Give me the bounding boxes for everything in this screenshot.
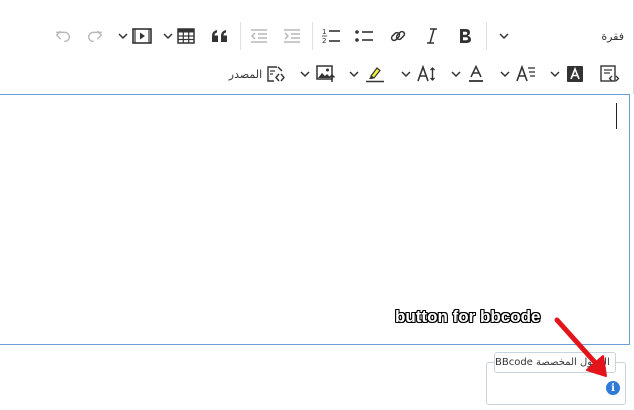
chevron-down-icon (451, 69, 461, 79)
indent-icon (283, 28, 301, 44)
numbered-list-icon: 12 (321, 27, 341, 45)
undo-button[interactable] (50, 18, 76, 54)
bulleted-list-icon (354, 28, 374, 44)
toolbar-row-2: المصدر (0, 56, 633, 92)
indent-button[interactable] (279, 18, 305, 54)
insert-image-icon (316, 65, 336, 83)
chevron-down-icon (163, 31, 173, 41)
chevron-down-icon (500, 69, 510, 79)
italic-icon (425, 27, 439, 45)
numbered-list-button[interactable]: 12 (318, 18, 344, 54)
table-dropdown[interactable] (160, 18, 198, 54)
font-family-icon (516, 65, 536, 83)
link-button[interactable] (385, 18, 411, 54)
font-background-color-icon (566, 65, 584, 83)
info-icon[interactable]: i (606, 381, 620, 395)
toolbar-separator (312, 22, 313, 50)
font-family-dropdown[interactable] (496, 56, 540, 92)
more-tools-button[interactable] (492, 18, 516, 54)
paragraph-dropdown[interactable]: فقرة (584, 18, 624, 54)
annotation-label: button for bbcode (395, 307, 541, 326)
html-embed-button[interactable] (596, 56, 624, 92)
block-quote-icon (211, 29, 229, 43)
toolbar-separator (486, 22, 487, 50)
outdent-icon (250, 28, 268, 44)
svg-text:2: 2 (322, 37, 326, 45)
bbcode-label: الحقول المخصصة BBcode (495, 357, 610, 368)
chevron-down-icon (401, 69, 411, 79)
html-embed-icon (600, 65, 620, 83)
chevron-down-icon (550, 69, 560, 79)
text-caret (616, 103, 617, 129)
highlight-dropdown[interactable] (346, 56, 388, 92)
media-embed-icon (132, 28, 152, 44)
source-label: المصدر (228, 67, 263, 81)
source-editing-button[interactable]: المصدر (226, 56, 288, 92)
font-size-dropdown[interactable] (396, 56, 442, 92)
insert-image-dropdown[interactable] (296, 56, 340, 92)
outdent-button[interactable] (246, 18, 272, 54)
chevron-down-icon (300, 69, 310, 79)
svg-text:1: 1 (322, 28, 326, 36)
undo-icon (54, 27, 72, 45)
toolbar-row-1: 12 فقرة (0, 18, 633, 54)
chevron-down-icon (349, 69, 359, 79)
bulleted-list-button[interactable] (351, 18, 377, 54)
chevron-down-icon (118, 31, 128, 41)
bbcode-custom-fields-button[interactable]: الحقول المخصصة BBcode (494, 352, 616, 373)
bold-button[interactable] (452, 18, 478, 54)
redo-icon (86, 27, 104, 45)
font-size-icon (417, 65, 437, 83)
chevron-down-icon (499, 31, 509, 41)
font-color-icon (467, 65, 485, 83)
font-background-color-dropdown[interactable] (546, 56, 588, 92)
font-color-dropdown[interactable] (448, 56, 488, 92)
table-icon (177, 28, 195, 44)
media-embed-dropdown[interactable] (115, 18, 155, 54)
highlight-icon (365, 65, 385, 83)
italic-button[interactable] (419, 18, 445, 54)
toolbar-separator (240, 22, 241, 50)
redo-button[interactable] (82, 18, 108, 54)
source-editing-icon (265, 65, 286, 83)
link-icon (389, 27, 407, 45)
bold-icon (458, 27, 472, 45)
editor-toolbar: 12 فقرة المصدر (0, 0, 634, 94)
paragraph-label: فقرة (601, 29, 624, 43)
block-quote-button[interactable] (206, 18, 234, 54)
